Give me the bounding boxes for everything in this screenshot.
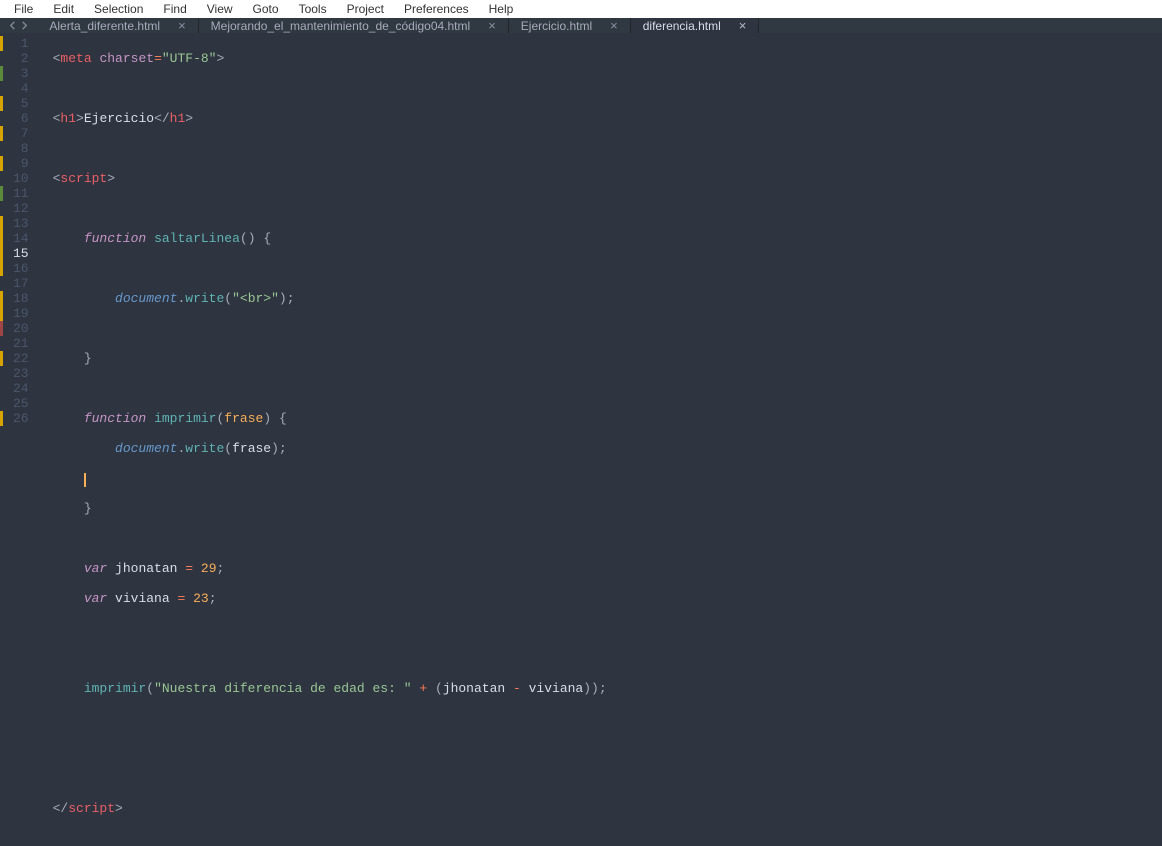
line-number: 19: [13, 306, 29, 321]
line-number: 25: [13, 396, 29, 411]
str-br: "<br>": [232, 291, 279, 306]
line-number: 9: [13, 156, 29, 171]
menu-bar: File Edit Selection Find View Goto Tools…: [0, 0, 1162, 18]
tab-mejorando[interactable]: Mejorando_el_mantenimiento_de_código04.h…: [199, 18, 509, 33]
line-number: 7: [13, 126, 29, 141]
tab-label: Mejorando_el_mantenimiento_de_código04.h…: [211, 19, 471, 33]
tab-history-nav[interactable]: [0, 18, 37, 33]
str-utf8: "UTF-8": [162, 51, 217, 66]
menu-project[interactable]: Project: [337, 0, 394, 18]
fn-saltarlinea: saltarLinea: [154, 231, 240, 246]
text-cursor: [84, 473, 86, 487]
line-number: 24: [13, 381, 29, 396]
editor[interactable]: 1234567891011121314151617181920212223242…: [0, 33, 1162, 846]
close-icon[interactable]: ×: [488, 18, 496, 33]
line-number: 5: [13, 96, 29, 111]
menu-edit[interactable]: Edit: [43, 0, 84, 18]
tag-script-close: script: [68, 801, 115, 816]
line-number: 18: [13, 291, 29, 306]
num-29: 29: [201, 561, 217, 576]
param-frase: frase: [224, 411, 263, 426]
gutter: 1234567891011121314151617181920212223242…: [3, 33, 41, 846]
tag-h1-close: h1: [170, 111, 186, 126]
line-number: 2: [13, 51, 29, 66]
menu-view[interactable]: View: [197, 0, 243, 18]
arg-frase: frase: [232, 441, 271, 456]
close-icon[interactable]: ×: [178, 18, 186, 33]
line-number: 20: [13, 321, 29, 336]
tab-label: Alerta_diferente.html: [49, 19, 160, 33]
menu-preferences[interactable]: Preferences: [394, 0, 479, 18]
close-icon[interactable]: ×: [739, 18, 747, 33]
attr-charset: charset: [99, 51, 154, 66]
tag-h1: h1: [60, 111, 76, 126]
line-number: 8: [13, 141, 29, 156]
line-number: 23: [13, 366, 29, 381]
obj-document: document: [115, 291, 177, 306]
line-number: 26: [13, 411, 29, 426]
var-viviana: viviana: [529, 681, 584, 696]
tab-ejercicio[interactable]: Ejercicio.html ×: [509, 18, 631, 33]
tag-meta: meta: [60, 51, 91, 66]
tab-label: Ejercicio.html: [521, 19, 592, 33]
tab-bar: Alerta_diferente.html × Mejorando_el_man…: [0, 18, 1162, 33]
tab-alerta-diferente[interactable]: Alerta_diferente.html ×: [37, 18, 198, 33]
close-icon[interactable]: ×: [610, 18, 618, 33]
line-number: 13: [13, 216, 29, 231]
menu-find[interactable]: Find: [153, 0, 196, 18]
obj-document: document: [115, 441, 177, 456]
tab-diferencia[interactable]: diferencia.html ×: [631, 18, 760, 33]
menu-selection[interactable]: Selection: [84, 0, 153, 18]
fn-write: write: [185, 291, 224, 306]
line-number: 12: [13, 201, 29, 216]
line-number: 3: [13, 66, 29, 81]
line-number: 6: [13, 111, 29, 126]
kw-var: var: [84, 591, 107, 606]
line-number: 1: [13, 36, 29, 51]
line-number: 10: [13, 171, 29, 186]
menu-goto[interactable]: Goto: [243, 0, 289, 18]
kw-function: function: [84, 411, 146, 426]
var-jhonatan: jhonatan: [443, 681, 505, 696]
tag-script: script: [60, 171, 107, 186]
var-jhonatan: jhonatan: [115, 561, 177, 576]
line-number: 11: [13, 186, 29, 201]
fn-write: write: [185, 441, 224, 456]
line-number: 15: [13, 246, 29, 261]
chevron-right-icon: [20, 21, 29, 30]
num-23: 23: [193, 591, 209, 606]
line-number: 22: [13, 351, 29, 366]
chevron-left-icon: [8, 21, 17, 30]
line-number: 21: [13, 336, 29, 351]
menu-tools[interactable]: Tools: [289, 0, 337, 18]
str-diferencia: "Nuestra diferencia de edad es: ": [154, 681, 411, 696]
fn-imprimir-call: imprimir: [84, 681, 146, 696]
var-viviana: viviana: [115, 591, 170, 606]
fn-imprimir: imprimir: [154, 411, 216, 426]
kw-function: function: [84, 231, 146, 246]
line-number: 14: [13, 231, 29, 246]
h1-text: Ejercicio: [84, 111, 154, 126]
menu-help[interactable]: Help: [479, 0, 524, 18]
tab-label: diferencia.html: [643, 19, 721, 33]
kw-var: var: [84, 561, 107, 576]
code[interactable]: <meta charset="UTF-8"> <h1>Ejercicio</h1…: [41, 33, 607, 846]
line-number: 16: [13, 261, 29, 276]
line-number: 17: [13, 276, 29, 291]
menu-file[interactable]: File: [4, 0, 43, 18]
line-number: 4: [13, 81, 29, 96]
